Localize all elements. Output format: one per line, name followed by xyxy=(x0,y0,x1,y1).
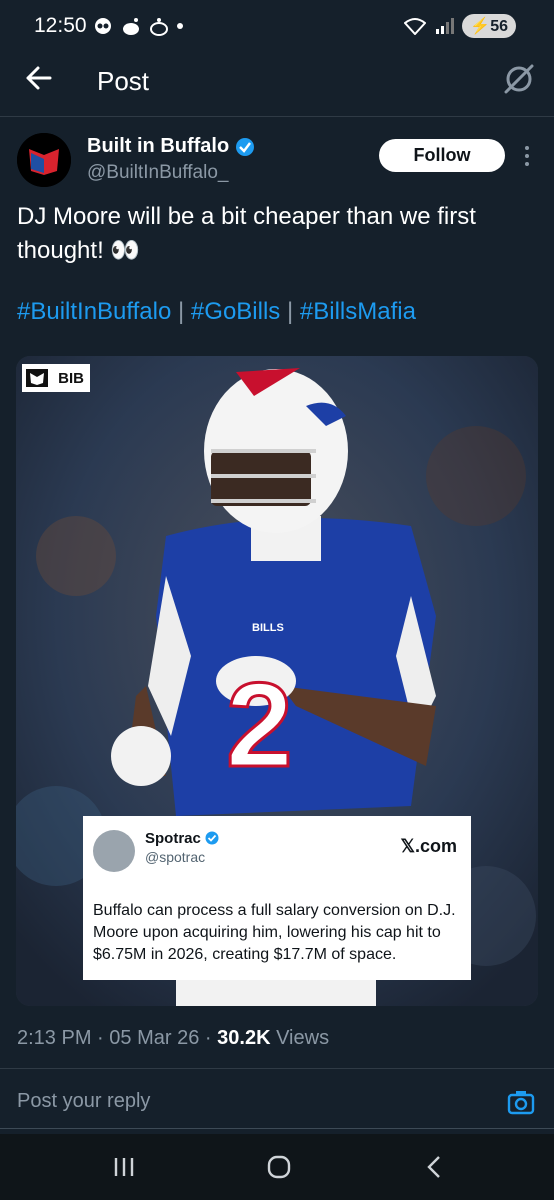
notification-icons xyxy=(92,16,184,36)
post-date: 05 Mar 26 xyxy=(109,1027,200,1049)
header-divider xyxy=(0,116,554,117)
jersey-wordmark: BILLS xyxy=(252,622,284,634)
post-text: DJ Moore will be a bit cheaper than we f… xyxy=(17,203,476,264)
quote-author-name: Spotrac xyxy=(145,830,219,847)
jersey-number: 2 xyxy=(226,658,293,792)
quote-text: Buffalo can process a full salary conver… xyxy=(93,902,456,963)
bib-logo-text: BIB xyxy=(58,369,84,387)
views-label: Views xyxy=(276,1027,330,1049)
verified-badge-icon xyxy=(236,137,255,156)
more-options-icon[interactable] xyxy=(521,144,533,168)
reddit-alt-icon xyxy=(150,18,168,36)
hashtag-link[interactable]: #GoBills xyxy=(191,298,280,325)
meta-divider xyxy=(0,1068,554,1069)
quote-author-avatar xyxy=(93,830,135,872)
author-handle[interactable]: @BuiltInBuffalo_ xyxy=(87,162,228,184)
bib-logo-avatar-icon xyxy=(17,133,71,187)
author-name[interactable]: Built in Buffalo xyxy=(87,135,255,158)
reply-input[interactable]: Post your reply xyxy=(17,1090,150,1113)
grok-icon[interactable] xyxy=(502,62,536,96)
battery-level: 56 xyxy=(490,18,508,35)
arrow-left-icon[interactable] xyxy=(24,64,52,92)
quote-author-name-text: Spotrac xyxy=(145,830,201,847)
bib-mark-icon xyxy=(26,369,48,387)
hashtag-separator: | xyxy=(178,298,185,325)
bib-watermark-logo: BIB xyxy=(22,364,90,392)
quote-source: 𝕏.com xyxy=(400,836,457,856)
views-count: 30.2K xyxy=(217,1027,271,1049)
back-nav-icon[interactable] xyxy=(424,1154,444,1180)
system-status: ⚡56 xyxy=(404,14,516,38)
post-time: 2:13 PM xyxy=(17,1027,92,1049)
reply-underline xyxy=(0,1128,554,1129)
meta-dot: · xyxy=(97,1027,104,1049)
reddit-icon xyxy=(123,18,139,35)
embedded-quote-card: Spotrac @spotrac 𝕏.com Buffalo can proce… xyxy=(83,816,471,980)
verified-badge-icon xyxy=(205,831,219,845)
signal-icon xyxy=(436,18,455,34)
post-meta: 2:13 PM · 05 Mar 26 · 30.2K Views xyxy=(17,1027,329,1050)
author-avatar[interactable] xyxy=(17,133,71,187)
recent-apps-icon[interactable] xyxy=(112,1156,136,1178)
hashtag-link[interactable]: #BillsMafia xyxy=(300,298,416,325)
more-notifications-dot-icon xyxy=(177,23,183,29)
status-time: 12:50 xyxy=(34,14,87,37)
hashtag-link[interactable]: #BuiltInBuffalo xyxy=(17,298,171,325)
hashtag-separator: | xyxy=(286,298,294,325)
hashtags: #BuiltInBuffalo | #GoBills | #BillsMafia xyxy=(17,298,416,326)
battery-indicator: ⚡56 xyxy=(462,14,516,38)
voicemail-icon xyxy=(95,18,111,34)
page-title: Post xyxy=(97,66,150,96)
post-media-image[interactable]: BILLS 2 BIB Spotrac @spotrac 𝕏.com Buffa… xyxy=(16,356,538,1006)
home-icon[interactable] xyxy=(266,1154,292,1180)
quote-author-handle: @spotrac xyxy=(145,849,206,865)
meta-dot: · xyxy=(204,1027,212,1049)
system-navigation-bar xyxy=(0,1134,554,1200)
author-name-text: Built in Buffalo xyxy=(87,135,230,157)
wifi-icon xyxy=(404,18,427,35)
camera-icon[interactable] xyxy=(507,1089,535,1115)
follow-button[interactable]: Follow xyxy=(379,139,505,172)
